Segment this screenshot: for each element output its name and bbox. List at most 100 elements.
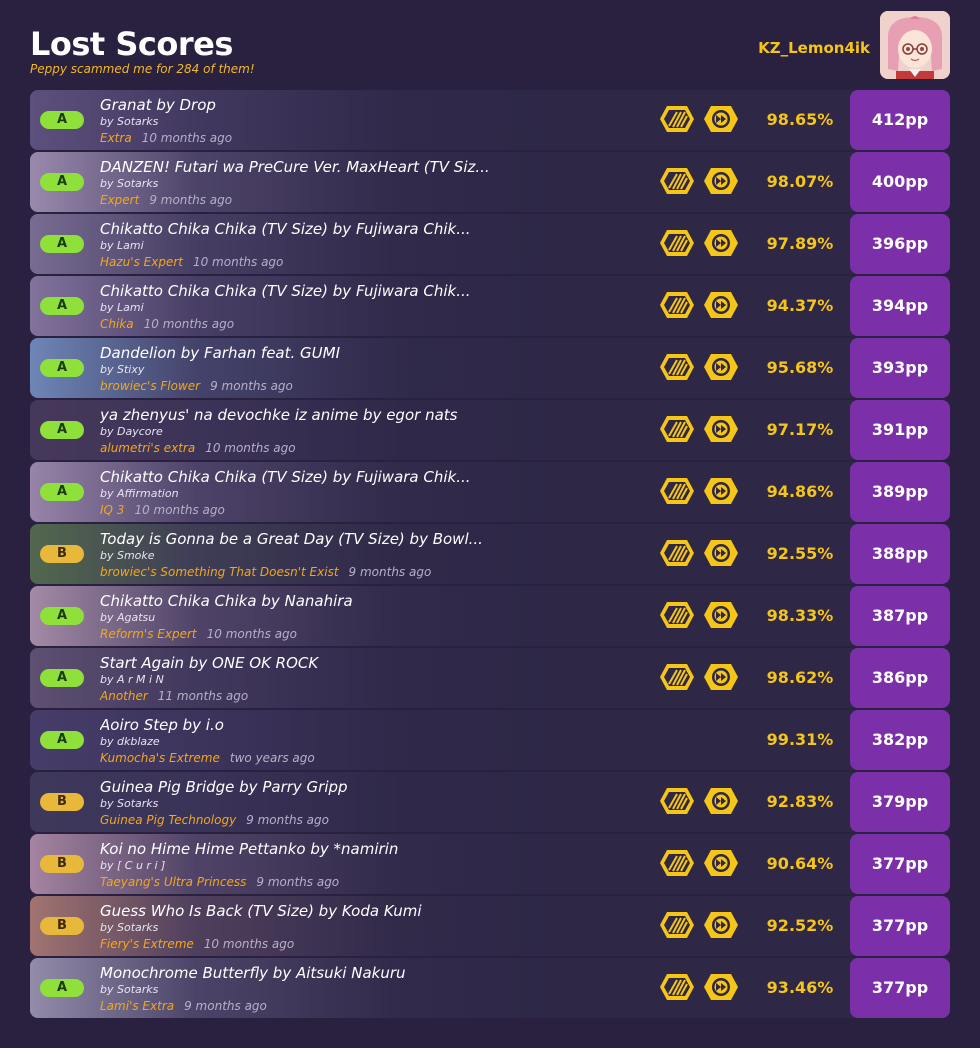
mapper-name: by Agatsu: [100, 611, 156, 624]
score-meta: Expert 9 months ago: [100, 193, 232, 208]
hr-icon: [658, 662, 696, 692]
dt-icon: [702, 972, 740, 1002]
mods: [658, 476, 742, 506]
score-meta: Extra 10 months ago: [100, 131, 232, 146]
page-subtitle: Peppy scammed me for 284 of them!: [30, 62, 255, 76]
score-row[interactable]: A Start Again by ONE OK ROCK by A r M i N A…: [30, 648, 950, 708]
mods: [658, 352, 742, 382]
pp-value: 377pp: [850, 834, 950, 894]
score-row[interactable]: Aya zhenyus' na devochke iz anime by ego…: [30, 400, 950, 460]
score-row[interactable]: A DANZEN! Futari wa PreCure Ver. MaxHeart…: [30, 152, 950, 212]
pp-value: 391pp: [850, 400, 950, 460]
time-ago: 9 months ago: [210, 379, 293, 393]
hr-icon: [658, 290, 696, 320]
mapper-name: by Sotarks: [100, 797, 159, 810]
difficulty-name: Expert: [100, 193, 140, 207]
grade-badge: B: [40, 793, 84, 811]
page-title: Lost Scores: [30, 25, 233, 63]
time-ago: two years ago: [229, 751, 315, 765]
grade-badge: A: [40, 979, 84, 997]
score-row[interactable]: A Chikatto Chika Chika (TV Size) by Fujiw…: [30, 462, 950, 522]
song-title[interactable]: Monochrome Butterfly by Aitsuki Nakuru: [100, 963, 620, 983]
score-meta: alumetri's extra 10 months ago: [100, 441, 296, 456]
accuracy: 92.52%: [766, 916, 834, 935]
hr-icon: [658, 972, 696, 1002]
dt-icon: [702, 290, 740, 320]
difficulty-name: browiec's Something That Doesn't Exist: [100, 565, 339, 579]
hr-icon: [658, 786, 696, 816]
score-meta: Another 11 months ago: [100, 689, 248, 704]
score-row[interactable]: A Aoiro Step by i.o by dkblaze Kumocha's Ex…: [30, 710, 950, 770]
pp-value: 382pp: [850, 710, 950, 770]
pp-value: 400pp: [850, 152, 950, 212]
song-title[interactable]: Koi no Hime Hime Pettanko by *namirin: [100, 839, 620, 859]
mapper-name: by Stixy: [100, 363, 145, 376]
score-row[interactable]: B Today is Gonna be a Great Day (TV Size)…: [30, 524, 950, 584]
mods: [658, 414, 742, 444]
accuracy: 98.65%: [766, 110, 834, 129]
score-list: A Granat by Drop by Sotarks Extra 10 months …: [30, 90, 950, 1020]
mods: [658, 228, 742, 258]
score-row[interactable]: A Dandelion by Farhan feat. GUMI by Stixy b…: [30, 338, 950, 398]
score-row[interactable]: B Koi no Hime Hime Pettanko by *namirin by…: [30, 834, 950, 894]
score-row[interactable]: B Guess Who Is Back (TV Size) by Koda Kum…: [30, 896, 950, 956]
score-row[interactable]: A Chikatto Chika Chika (TV Size) by Fujiw…: [30, 276, 950, 336]
pp-value: 386pp: [850, 648, 950, 708]
score-row[interactable]: A Monochrome Butterfly by Aitsuki Nakuru b…: [30, 958, 950, 1018]
pp-value: 394pp: [850, 276, 950, 336]
mapper-name: by Sotarks: [100, 177, 159, 190]
accuracy: 92.83%: [766, 792, 834, 811]
song-title[interactable]: Guinea Pig Bridge by Parry Gripp: [100, 777, 620, 797]
song-title[interactable]: Chikatto Chika Chika by Nanahira: [100, 591, 620, 611]
song-title[interactable]: ya zhenyus' na devochke iz anime by egor…: [100, 405, 620, 425]
accuracy: 98.33%: [766, 606, 834, 625]
avatar-image: [880, 11, 950, 79]
time-ago: 10 months ago: [206, 627, 298, 641]
pp-value: 387pp: [850, 586, 950, 646]
song-title[interactable]: Granat by Drop: [100, 95, 620, 115]
avatar[interactable]: [880, 11, 950, 79]
time-ago: 10 months ago: [203, 937, 295, 951]
score-row[interactable]: A Chikatto Chika Chika (TV Size) by Fujiw…: [30, 214, 950, 274]
accuracy: 98.62%: [766, 668, 834, 687]
hr-icon: [658, 910, 696, 940]
score-row[interactable]: A Chikatto Chika Chika by Nanahira by Agat…: [30, 586, 950, 646]
difficulty-name: Lami's Extra: [100, 999, 175, 1013]
dt-icon: [702, 352, 740, 382]
grade-badge: A: [40, 359, 84, 377]
mods: [658, 166, 742, 196]
score-row[interactable]: A Granat by Drop by Sotarks Extra 10 months …: [30, 90, 950, 150]
time-ago: 10 months ago: [192, 255, 284, 269]
grade-badge: A: [40, 731, 84, 749]
song-title[interactable]: Today is Gonna be a Great Day (TV Size) …: [100, 529, 620, 549]
mods: [658, 662, 742, 692]
mapper-name: by Lami: [100, 301, 144, 314]
song-title[interactable]: Chikatto Chika Chika (TV Size) by Fujiwa…: [100, 219, 620, 239]
username[interactable]: KZ_Lemon4ik: [758, 38, 870, 58]
song-title[interactable]: Chikatto Chika Chika (TV Size) by Fujiwa…: [100, 281, 620, 301]
score-row[interactable]: B Guinea Pig Bridge by Parry Gripp by Sota…: [30, 772, 950, 832]
accuracy: 92.55%: [766, 544, 834, 563]
difficulty-name: alumetri's extra: [100, 441, 196, 455]
mapper-name: by Daycore: [100, 425, 163, 438]
song-title[interactable]: Start Again by ONE OK ROCK: [100, 653, 620, 673]
song-title[interactable]: Dandelion by Farhan feat. GUMI: [100, 343, 620, 363]
mods: [658, 786, 742, 816]
hr-icon: [658, 848, 696, 878]
mapper-name: by A r M i N: [100, 673, 164, 686]
difficulty-name: Extra: [100, 131, 132, 145]
dt-icon: [702, 228, 740, 258]
song-title[interactable]: Guess Who Is Back (TV Size) by Koda Kumi: [100, 901, 620, 921]
accuracy: 94.37%: [766, 296, 834, 315]
mapper-name: by Sotarks: [100, 115, 159, 128]
dt-icon: [702, 414, 740, 444]
song-title[interactable]: Aoiro Step by i.o: [100, 715, 620, 735]
grade-badge: B: [40, 545, 84, 563]
song-title[interactable]: Chikatto Chika Chika (TV Size) by Fujiwa…: [100, 467, 620, 487]
time-ago: 10 months ago: [134, 503, 225, 517]
grade-badge: A: [40, 111, 84, 129]
hr-icon: [658, 228, 696, 258]
accuracy: 90.64%: [766, 854, 834, 873]
song-title[interactable]: DANZEN! Futari wa PreCure Ver. MaxHeart …: [100, 157, 620, 177]
accuracy: 97.17%: [766, 420, 834, 439]
